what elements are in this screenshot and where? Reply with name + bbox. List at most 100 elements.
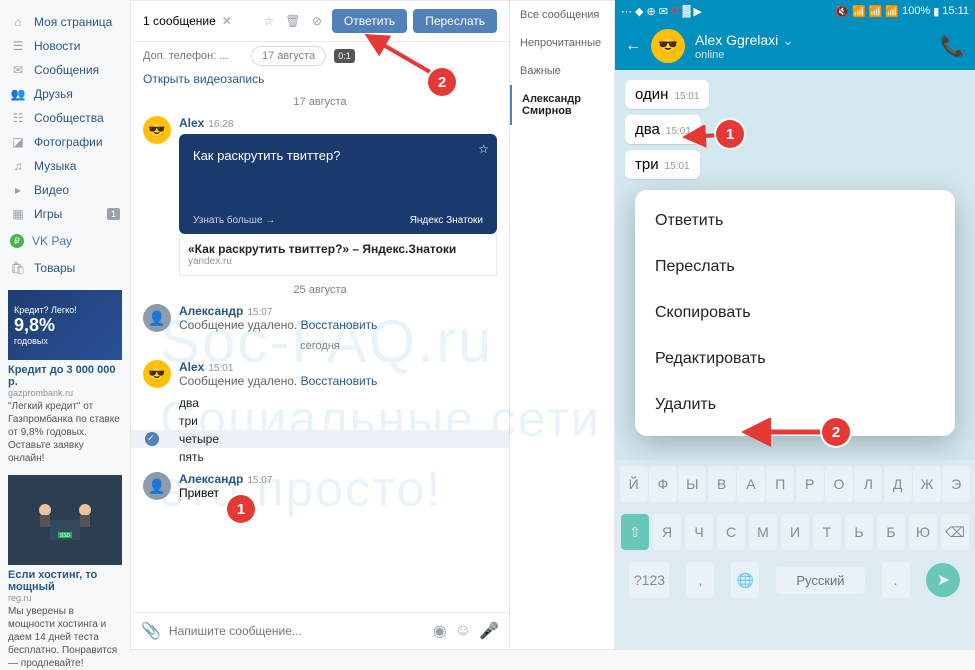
chat-panel: 1 сообщение ✕ ☆ 🗑 ⊘ Ответить Переслать 1… — [130, 0, 510, 650]
battery-icon: ▮ — [933, 5, 939, 18]
ad-credit[interactable]: Кредит? Легко! 9,8% годовых Кредит до 3 … — [8, 290, 122, 465]
msg-dva[interactable]: два — [143, 394, 497, 412]
key[interactable]: Ы — [678, 466, 706, 502]
key[interactable]: П — [766, 466, 794, 502]
attach-icon[interactable]: 📎 — [141, 621, 161, 641]
msg-tri[interactable]: три — [143, 412, 497, 430]
backspace-key[interactable]: ⌫ — [941, 514, 969, 550]
link-preview[interactable]: «Как раскрутить твиттер?» – Яндекс.Знато… — [179, 234, 497, 276]
ad-hosting[interactable]: SSD Если хостинг, то мощный reg.ru Мы ув… — [8, 475, 122, 670]
numkey[interactable]: ?123 — [629, 562, 669, 598]
status-icon: ⋯ — [621, 5, 632, 18]
compose-input[interactable] — [169, 624, 425, 638]
msg-pyat[interactable]: пять — [143, 448, 497, 466]
shift-key[interactable]: ⇧ — [621, 514, 649, 550]
clear-selection[interactable]: ✕ — [222, 14, 232, 28]
key[interactable]: Ж — [913, 466, 941, 502]
send-button[interactable]: ➤ — [926, 563, 960, 597]
nav-news[interactable]: ☰Новости — [0, 34, 130, 58]
nav-groups[interactable]: ☷Сообщества — [0, 106, 130, 130]
music-icon: ♫ — [10, 158, 26, 174]
avatar-alex[interactable]: 😎 — [143, 116, 171, 144]
games-icon: ▦ — [10, 206, 26, 222]
key[interactable]: Ф — [649, 466, 677, 502]
menu-reply[interactable]: Ответить — [635, 198, 955, 244]
key[interactable]: Л — [854, 466, 882, 502]
message-alex-1: 😎 Alex16:28 ☆ Как раскрутить твиттер? Уз… — [143, 116, 497, 276]
avatar-alexander[interactable]: 👤 — [143, 304, 171, 332]
call-icon[interactable]: 📞 — [940, 34, 965, 59]
nav-friends[interactable]: 👥Друзья — [0, 82, 130, 106]
nav-photos[interactable]: ◪Фотографии — [0, 130, 130, 154]
key[interactable]: О — [825, 466, 853, 502]
key[interactable]: И — [781, 514, 809, 550]
menu-forward[interactable]: Переслать — [635, 244, 955, 290]
compose-bar: 📎 ◉ ☺ 🎤 — [131, 612, 509, 649]
friends-icon: 👥 — [10, 86, 26, 102]
contact-name[interactable]: Alex Ggrelaxi ⌄ — [695, 32, 794, 49]
restore-link[interactable]: Восстановить — [301, 318, 378, 332]
nav-market[interactable]: 🛍Товары — [0, 256, 130, 280]
key[interactable]: Ч — [685, 514, 713, 550]
filter-unread[interactable]: Непрочитанные — [510, 29, 614, 57]
key[interactable]: Й — [620, 466, 648, 502]
menu-copy[interactable]: Скопировать — [635, 290, 955, 336]
key[interactable]: Ь — [845, 514, 873, 550]
filter-person[interactable]: Александр Смирнов — [510, 85, 614, 125]
msg-chetyre-selected[interactable]: четыре — [131, 430, 509, 448]
nav-my-page[interactable]: ⌂Моя страница — [0, 10, 130, 34]
voice-icon[interactable]: 🎤 — [479, 621, 499, 641]
filter-important[interactable]: Важные — [510, 57, 614, 85]
key[interactable]: С — [717, 514, 745, 550]
left-nav: ⌂Моя страница ☰Новости ✉Сообщения 👥Друзь… — [0, 0, 130, 650]
key[interactable]: В — [708, 466, 736, 502]
signal-icon: 📶 — [885, 5, 899, 18]
space-key[interactable]: Русский — [776, 567, 864, 594]
nav-music[interactable]: ♫Музыка — [0, 154, 130, 178]
comma-key[interactable]: , — [686, 562, 714, 598]
bubble-1[interactable]: один15:01 — [625, 80, 709, 109]
key[interactable]: М — [749, 514, 777, 550]
spam-icon[interactable]: ⊘ — [308, 12, 326, 30]
key[interactable]: Р — [796, 466, 824, 502]
key[interactable]: Э — [942, 466, 970, 502]
globe-icon[interactable]: 🌐 — [731, 562, 759, 598]
restore-link[interactable]: Восстановить — [301, 374, 378, 388]
star-icon[interactable]: ☆ — [260, 12, 278, 30]
key[interactable]: Д — [884, 466, 912, 502]
marker-2-desktop: 2 — [428, 68, 456, 96]
marker-1-phone: 1 — [716, 120, 744, 148]
filter-all[interactable]: Все сообщения — [510, 1, 614, 29]
status-bar: ⋯◆⊕✉O▓▶ 🔇📶📶📶100%▮15:11 — [615, 0, 975, 22]
trash-icon[interactable]: 🗑 — [284, 12, 302, 30]
link-card[interactable]: ☆ Как раскрутить твиттер? Узнать больше … — [179, 134, 497, 234]
avatar-alex[interactable]: 😎 — [143, 360, 171, 388]
avatar-alexander[interactable]: 👤 — [143, 472, 171, 500]
date-sep-2: 25 августа — [143, 284, 497, 296]
dot-key[interactable]: . — [882, 562, 910, 598]
context-menu: Ответить Переслать Скопировать Редактиро… — [635, 190, 955, 436]
camera-icon[interactable]: ◉ — [433, 621, 447, 641]
menu-edit[interactable]: Редактировать — [635, 336, 955, 382]
marker-2-phone: 2 — [822, 418, 850, 446]
svg-text:SSD: SSD — [60, 533, 71, 539]
ad-hosting-image: SSD — [8, 475, 122, 565]
key[interactable]: А — [737, 466, 765, 502]
nav-video[interactable]: ▸Видео — [0, 178, 130, 202]
key[interactable]: Б — [877, 514, 905, 550]
vkpay-icon: ₽ — [10, 234, 24, 248]
nav-vkpay[interactable]: ₽VK Pay — [0, 226, 130, 256]
nav-messages[interactable]: ✉Сообщения — [0, 58, 130, 82]
key[interactable]: Т — [813, 514, 841, 550]
phone-input[interactable] — [143, 50, 243, 62]
emoji-icon[interactable]: ☺ — [455, 622, 471, 640]
back-icon[interactable]: ← — [625, 37, 641, 55]
key[interactable]: Я — [653, 514, 681, 550]
key[interactable]: Ю — [909, 514, 937, 550]
chat-header: ← 😎 Alex Ggrelaxi ⌄ online 📞 — [615, 22, 975, 70]
home-icon: ⌂ — [10, 14, 26, 30]
nav-games[interactable]: ▦Игры1 — [0, 202, 130, 226]
contact-avatar[interactable]: 😎 — [651, 29, 685, 63]
ad-credit-image: Кредит? Легко! 9,8% годовых — [8, 290, 122, 360]
card-star-icon[interactable]: ☆ — [478, 142, 489, 156]
